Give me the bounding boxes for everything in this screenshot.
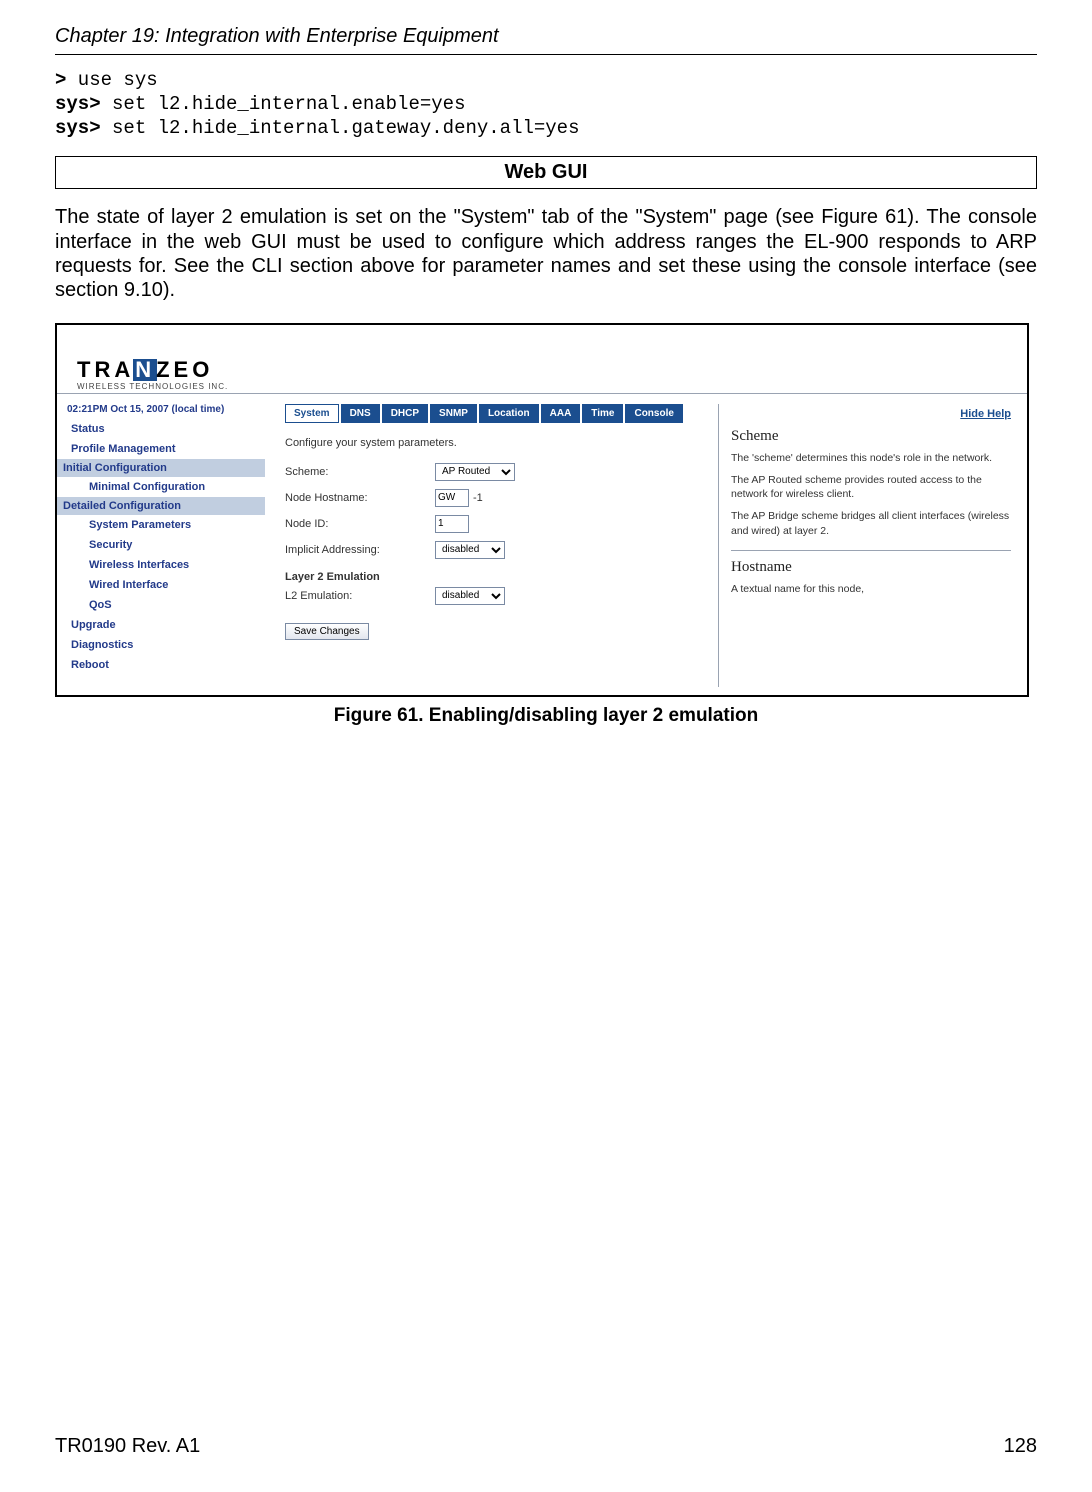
sidebar-item-reboot[interactable]: Reboot: [57, 655, 265, 675]
tab-time[interactable]: Time: [582, 404, 623, 423]
scheme-label: Scheme:: [285, 466, 435, 478]
cli-prompt: sys>: [55, 93, 101, 115]
help-text: The 'scheme' determines this node's role…: [731, 451, 1011, 465]
l2-label: L2 Emulation:: [285, 590, 435, 602]
sidebar-item-status[interactable]: Status: [57, 419, 265, 439]
cli-command: set l2.hide_internal.gateway.deny.all=ye…: [101, 117, 580, 139]
nodeid-label: Node ID:: [285, 518, 435, 530]
hide-help-link[interactable]: Hide Help: [731, 408, 1011, 420]
sidebar-item-upgrade[interactable]: Upgrade: [57, 615, 265, 635]
tab-dns[interactable]: DNS: [341, 404, 380, 423]
sidebar-item-profile[interactable]: Profile Management: [57, 439, 265, 459]
tab-aaa[interactable]: AAA: [541, 404, 581, 423]
body-paragraph: The state of layer 2 emulation is set on…: [55, 205, 1037, 303]
sidebar-item-wired[interactable]: Wired Interface: [57, 575, 265, 595]
tab-console[interactable]: Console: [625, 404, 682, 423]
screenshot-header: TRANZEO WIRELESS TECHNOLOGIES INC.: [57, 325, 1027, 394]
implicit-label: Implicit Addressing:: [285, 544, 435, 556]
sidebar-time: 02:21PM Oct 15, 2007 (local time): [57, 400, 265, 419]
footer-page-number: 128: [1004, 1435, 1037, 1458]
footer-revision: TR0190 Rev. A1: [55, 1435, 200, 1458]
help-separator: [731, 550, 1011, 551]
sidebar-item-qos[interactable]: QoS: [57, 595, 265, 615]
help-heading-scheme: Scheme: [731, 428, 1011, 445]
figure-screenshot: TRANZEO WIRELESS TECHNOLOGIES INC. 02:21…: [55, 323, 1029, 697]
help-text: The AP Bridge scheme bridges all client …: [731, 509, 1011, 537]
logo-text: TRA: [77, 357, 134, 382]
hostname-input[interactable]: [435, 489, 469, 507]
hostname-suffix: -1: [473, 492, 483, 504]
tab-location[interactable]: Location: [479, 404, 539, 423]
section-heading: Web GUI: [55, 156, 1037, 189]
cli-command: use sys: [66, 69, 157, 91]
header-rule: [55, 54, 1037, 55]
logo: TRANZEO WIRELESS TECHNOLOGIES INC.: [77, 359, 228, 391]
tab-system[interactable]: System: [285, 404, 339, 423]
help-panel: Hide Help Scheme The 'scheme' determines…: [718, 404, 1019, 687]
tab-snmp[interactable]: SNMP: [430, 404, 477, 423]
sidebar: 02:21PM Oct 15, 2007 (local time) Status…: [57, 394, 265, 695]
implicit-select[interactable]: disabled: [435, 541, 505, 559]
tab-row: System DNS DHCP SNMP Location AAA Time C…: [285, 404, 708, 423]
cli-prompt: sys>: [55, 117, 101, 139]
sidebar-item-security[interactable]: Security: [57, 535, 265, 555]
help-text: A textual name for this node,: [731, 582, 1011, 596]
cli-prompt: >: [55, 69, 66, 91]
tab-dhcp[interactable]: DHCP: [382, 404, 428, 423]
figure-caption: Figure 61. Enabling/disabling layer 2 em…: [55, 705, 1037, 727]
help-text: The AP Routed scheme provides routed acc…: [731, 473, 1011, 501]
sidebar-item-minimal[interactable]: Minimal Configuration: [57, 477, 265, 497]
sidebar-group-initial: Initial Configuration: [57, 459, 265, 477]
scheme-select[interactable]: AP Routed: [435, 463, 515, 481]
sidebar-item-system-parameters[interactable]: System Parameters: [57, 515, 265, 535]
sidebar-item-diagnostics[interactable]: Diagnostics: [57, 635, 265, 655]
nodeid-input[interactable]: [435, 515, 469, 533]
logo-z-icon: N: [133, 359, 157, 381]
form-description: Configure your system parameters.: [285, 437, 708, 449]
l2-select[interactable]: disabled: [435, 587, 505, 605]
help-heading-hostname: Hostname: [731, 559, 1011, 576]
save-button[interactable]: Save Changes: [285, 623, 369, 640]
logo-text: ZEO: [156, 357, 213, 382]
sidebar-group-detailed: Detailed Configuration: [57, 497, 265, 515]
hostname-label: Node Hostname:: [285, 492, 435, 504]
cli-block: > use sys sys> set l2.hide_internal.enab…: [55, 69, 1037, 140]
cli-command: set l2.hide_internal.enable=yes: [101, 93, 466, 115]
logo-subtext: WIRELESS TECHNOLOGIES INC.: [77, 382, 228, 391]
l2-section-title: Layer 2 Emulation: [285, 571, 708, 583]
sidebar-item-wireless[interactable]: Wireless Interfaces: [57, 555, 265, 575]
chapter-title: Chapter 19: Integration with Enterprise …: [55, 25, 1037, 48]
